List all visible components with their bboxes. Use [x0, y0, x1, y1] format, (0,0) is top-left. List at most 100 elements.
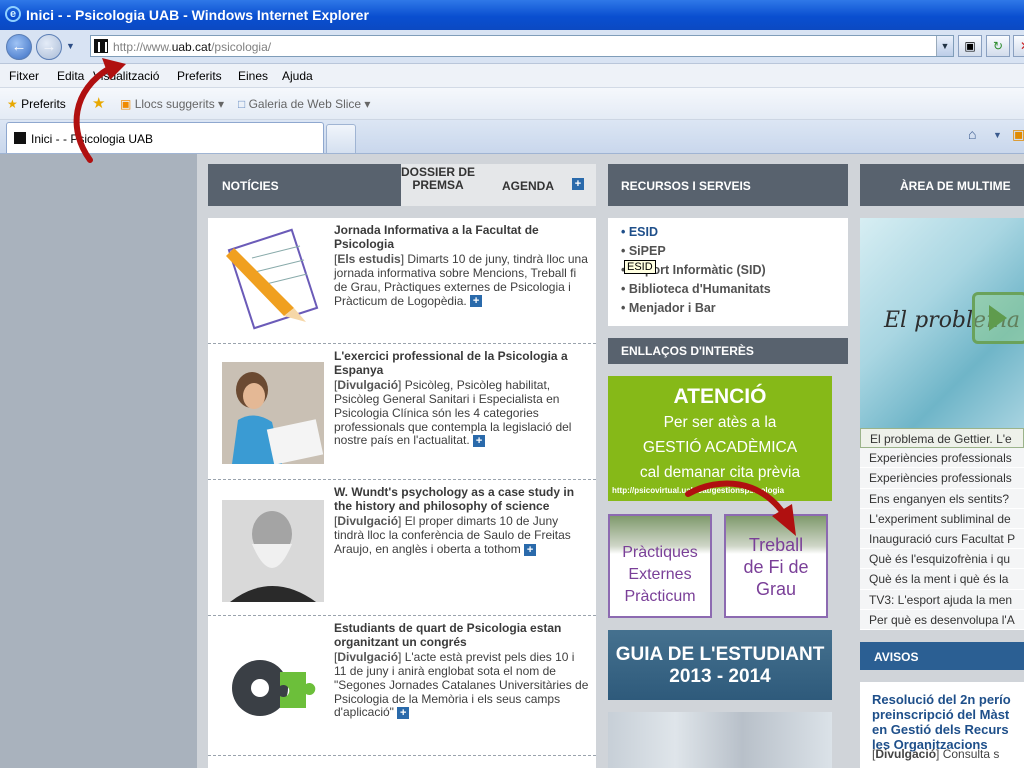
- menu-file[interactable]: Fitxer: [9, 69, 39, 83]
- avisos-title: AVISOS: [874, 650, 919, 664]
- site-favicon-icon: [94, 39, 108, 53]
- avis-text: Consulta s: [942, 747, 1000, 761]
- window-titlebar: e Inici - - Psicologia UAB - Windows Int…: [0, 0, 1024, 30]
- atencio-url: http://psicovirtual.uab.cat/gestionspsic…: [612, 486, 785, 495]
- news-item: Estudiants de quart de Psicologia estan …: [208, 616, 596, 756]
- feeds-icon[interactable]: ▣: [1012, 126, 1024, 143]
- play-icon[interactable]: [972, 292, 1024, 344]
- avisos-header: AVISOS: [860, 642, 1024, 670]
- news-body: Estudiants de quart de Psicologia estan …: [334, 621, 590, 720]
- resources-header: RECURSOS I SERVEIS: [608, 164, 848, 206]
- menu-help[interactable]: Ajuda: [282, 69, 313, 83]
- tab-agenda[interactable]: AGENDA: [502, 179, 554, 193]
- wundt-portrait-photo: [222, 500, 324, 602]
- video-item[interactable]: Ens enganyen els sentits?: [860, 488, 1024, 509]
- avis-title[interactable]: Resolució del 2n perío preinscripció del…: [872, 692, 1022, 752]
- menu-view[interactable]: Visualització: [93, 69, 159, 83]
- read-more-icon[interactable]: +: [473, 435, 486, 448]
- practiques-externes-tile[interactable]: Pràctiques Externes Pràcticum: [608, 514, 712, 618]
- agenda-more-icon[interactable]: +: [572, 178, 584, 190]
- video-item[interactable]: Per què es desenvolupa l'A: [860, 609, 1024, 630]
- resource-link-esid[interactable]: • ESID: [621, 225, 658, 239]
- avis-category[interactable]: Divulgació: [875, 747, 936, 761]
- favorites-button[interactable]: ★ Preferits: [7, 97, 66, 111]
- atencio-line2: GESTIÓ ACADÈMICA: [642, 439, 798, 456]
- video-item[interactable]: Experiències professionals: [860, 448, 1024, 469]
- atencio-line1: Per ser atès a la: [663, 414, 777, 431]
- guia-estudiant-banner[interactable]: GUIA DE L'ESTUDIANT 2013 - 2014: [608, 630, 832, 700]
- news-item: W. Wundt's psychology as a case study in…: [208, 480, 596, 616]
- puzzle-pieces-image: [222, 636, 324, 738]
- refresh-button[interactable]: ↻: [986, 35, 1010, 57]
- video-list: El problema de Gettier. L'e Experiències…: [860, 428, 1024, 630]
- atencio-title: ATENCIÓ: [673, 385, 767, 408]
- video-item[interactable]: Què és l'esquizofrènia i qu: [860, 549, 1024, 570]
- multimedia-title: ÀREA DE MULTIME: [900, 179, 1011, 193]
- history-dropdown-icon[interactable]: ▼: [66, 41, 75, 51]
- news-list: Jornada Informativa a la Facultat de Psi…: [208, 218, 596, 768]
- news-category[interactable]: Divulgació: [337, 514, 398, 529]
- news-title[interactable]: Jornada Informativa a la Facultat de Psi…: [334, 223, 590, 251]
- menu-edit[interactable]: Edita: [57, 69, 84, 83]
- new-tab-button[interactable]: [326, 124, 356, 153]
- star-icon: ★: [7, 97, 18, 111]
- news-title[interactable]: L'exercici professional de la Psicologia…: [334, 349, 590, 377]
- woman-writing-photo: [222, 362, 324, 464]
- add-favorite-icon[interactable]: ★: [92, 94, 105, 112]
- video-item[interactable]: Inauguració curs Facultat P: [860, 528, 1024, 550]
- forward-button[interactable]: →: [36, 34, 62, 60]
- compatibility-view-button[interactable]: ▣: [958, 35, 982, 57]
- notepad-pencil-image: [226, 228, 319, 330]
- tab-dossier-premsa[interactable]: DOSSIER DE PREMSA: [401, 166, 475, 192]
- video-item[interactable]: TV3: L'esport ajuda la men: [860, 589, 1024, 610]
- suggested-sites-button[interactable]: ▣ Llocs suggerits ▾: [120, 97, 224, 111]
- menu-tools[interactable]: Eines: [238, 69, 268, 83]
- tab-noticies[interactable]: NOTÍCIES: [222, 179, 279, 193]
- tab-favicon-icon: [14, 132, 26, 144]
- suggested-sites-icon: ▣: [120, 97, 132, 111]
- back-button[interactable]: ←: [6, 34, 32, 60]
- resource-link-sipep[interactable]: • SiPEP: [621, 244, 666, 258]
- read-more-icon[interactable]: +: [470, 295, 483, 308]
- students-photo-banner[interactable]: [608, 712, 832, 768]
- atencio-line3: cal demanar cita prèvia: [639, 464, 801, 481]
- resource-link-biblioteca[interactable]: • Biblioteca d'Humanitats: [621, 282, 771, 296]
- address-dropdown-icon[interactable]: ▼: [936, 36, 953, 56]
- news-title[interactable]: W. Wundt's psychology as a case study in…: [334, 485, 590, 513]
- video-item[interactable]: El problema de Gettier. L'e: [860, 428, 1024, 449]
- tab-inici[interactable]: Inici - - Psicologia UAB: [6, 122, 324, 153]
- address-toolbar: ← → ▼ http://www.uab.cat/psicologia/ ▼ ▣…: [0, 30, 1024, 64]
- ie-logo-icon: e: [5, 6, 21, 22]
- read-more-icon[interactable]: +: [524, 543, 537, 556]
- multimedia-header: ÀREA DE MULTIME: [860, 164, 1024, 206]
- news-category[interactable]: Divulgació: [337, 378, 398, 393]
- video-item[interactable]: Experiències professionals: [860, 468, 1024, 489]
- address-input[interactable]: http://www.uab.cat/psicologia/ ▼: [90, 35, 954, 57]
- news-header: NOTÍCIES DOSSIER DE PREMSA AGENDA +: [208, 164, 596, 206]
- news-title[interactable]: Estudiants de quart de Psicologia estan …: [334, 621, 590, 649]
- read-more-icon[interactable]: +: [397, 707, 410, 720]
- stop-button[interactable]: ✕: [1013, 35, 1024, 57]
- web-slice-gallery-button[interactable]: □ Galeria de Web Slice ▾: [238, 97, 370, 111]
- video-item[interactable]: Què és la ment i què és la: [860, 569, 1024, 590]
- news-category[interactable]: Els estudis: [337, 252, 400, 267]
- url-text: http://www.uab.cat/psicologia/: [113, 40, 272, 54]
- resource-link-menjador[interactable]: • Menjador i Bar: [621, 301, 716, 315]
- guia-line1: GUIA DE L'ESTUDIANT: [615, 644, 825, 665]
- favorites-bar: ★ Preferits ★ ▣ Llocs suggerits ▾ □ Gale…: [0, 88, 1024, 120]
- video-item[interactable]: L'experiment subliminal de: [860, 508, 1024, 529]
- news-category[interactable]: Divulgació: [337, 650, 398, 665]
- links-header: ENLLAÇOS D'INTERÈS: [608, 338, 848, 364]
- home-icon[interactable]: ⌂: [968, 126, 976, 142]
- video-player[interactable]: El problema d: [860, 218, 1024, 428]
- web-page: NOTÍCIES DOSSIER DE PREMSA AGENDA + Jorn…: [0, 154, 1024, 768]
- news-body: W. Wundt's psychology as a case study in…: [334, 485, 590, 557]
- web-slice-icon: □: [238, 97, 246, 111]
- news-item: Jornada Informativa a la Facultat de Psi…: [208, 218, 596, 344]
- atencio-banner[interactable]: ATENCIÓ Per ser atès a la GESTIÓ ACADÈMI…: [608, 376, 832, 501]
- treball-fi-grau-tile[interactable]: Treball de Fi de Grau: [724, 514, 828, 618]
- menu-bar: Fitxer Edita Visualització Preferits Ein…: [0, 64, 1024, 88]
- links-title: ENLLAÇOS D'INTERÈS: [621, 344, 754, 358]
- menu-favorites[interactable]: Preferits: [177, 69, 222, 83]
- home-dropdown-icon[interactable]: ▼: [993, 130, 1002, 140]
